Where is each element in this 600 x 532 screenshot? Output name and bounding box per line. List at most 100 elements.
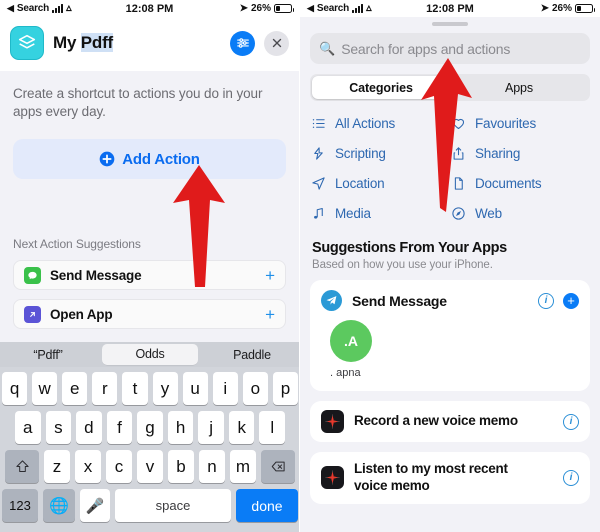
key-s[interactable]: s [45, 411, 72, 444]
numbers-key[interactable]: 123 [2, 489, 38, 522]
key-q[interactable]: q [2, 372, 28, 405]
telegram-suggestion-card[interactable]: Send Message i + .A . apna [310, 280, 590, 391]
category-label: Documents [475, 176, 542, 191]
category-favourites[interactable]: Favourites [450, 115, 590, 132]
prediction-1[interactable]: Odds [102, 344, 198, 365]
list-item[interactable]: Record a new voice memo i [310, 401, 590, 442]
close-button[interactable] [264, 30, 289, 56]
shortcut-name-selection: Pdff [80, 33, 113, 52]
right-phone-screen: ◀ Search ▵ 12:08 PM ➤ 26% 🔍 Search for a… [300, 0, 600, 532]
key-e[interactable]: e [62, 372, 88, 405]
space-key[interactable]: space [115, 489, 231, 522]
category-scripting[interactable]: Scripting [310, 145, 450, 162]
dual-screenshot: ◀ Search ▵ 12:08 PM ➤ 26% My Pdff Create… [0, 0, 600, 532]
category-media[interactable]: Media [310, 205, 450, 222]
done-key[interactable]: done [236, 489, 298, 522]
list-item[interactable]: Send Message + [13, 260, 286, 291]
prediction-2[interactable]: Paddle [204, 348, 299, 362]
battery-icon [274, 4, 294, 13]
info-icon[interactable]: i [563, 469, 579, 486]
battery-percent: 26% [250, 3, 271, 14]
key-x[interactable]: x [75, 450, 101, 483]
key-d[interactable]: d [76, 411, 102, 444]
card-actions: i + [538, 292, 579, 309]
key-o[interactable]: o [242, 372, 268, 405]
key-c[interactable]: c [106, 450, 132, 483]
key-g[interactable]: g [137, 411, 163, 444]
music-note-icon [310, 205, 327, 222]
key-u[interactable]: u [182, 372, 208, 405]
avatar: .A [330, 320, 372, 362]
category-label: Favourites [475, 116, 537, 131]
category-sharing[interactable]: Sharing [450, 145, 590, 162]
location-services-icon: ➤ [540, 3, 549, 14]
suggestions-title: Suggestions From Your Apps [312, 240, 507, 256]
category-all-actions[interactable]: All Actions [310, 115, 450, 132]
category-grid: All Actions Favourites Scripting Sharing… [300, 101, 600, 222]
category-documents[interactable]: Documents [450, 175, 590, 192]
add-suggestion-button[interactable]: + [265, 306, 275, 323]
shortcut-settings-button[interactable] [230, 30, 255, 56]
shortcut-name-field[interactable]: My Pdff [53, 33, 113, 53]
category-location[interactable]: Location [310, 175, 450, 192]
key-i[interactable]: i [212, 372, 238, 405]
telegram-icon [321, 290, 342, 311]
prediction-0[interactable]: “Pdff” [0, 348, 96, 362]
key-j[interactable]: j [198, 411, 224, 444]
key-a[interactable]: a [14, 411, 41, 444]
shortcut-title-bar: My Pdff [0, 17, 299, 71]
info-icon[interactable]: i [563, 413, 579, 430]
category-label: Web [475, 206, 502, 221]
status-bar-left: ◀ Search ▵ 12:08 PM ➤ 26% [0, 0, 299, 17]
key-k[interactable]: k [228, 411, 255, 444]
key-r[interactable]: r [92, 372, 118, 405]
list-item-label: Record a new voice memo [354, 413, 518, 429]
search-placeholder: Search for apps and actions [341, 40, 511, 57]
editor-body: Create a shortcut to actions you do in y… [0, 71, 299, 330]
left-phone-screen: ◀ Search ▵ 12:08 PM ➤ 26% My Pdff Create… [0, 0, 300, 532]
search-input[interactable]: 🔍 Search for apps and actions [310, 33, 590, 64]
add-action-icon[interactable]: + [563, 292, 579, 309]
status-bar-right: ➤ 26% [240, 3, 294, 14]
shortcut-editor-sheet: My Pdff Create a shortcut to actions you… [0, 17, 299, 532]
info-icon[interactable]: i [538, 292, 554, 309]
list-item-label: Open App [50, 306, 113, 322]
editor-description: Create a shortcut to actions you do in y… [13, 86, 263, 120]
list-item[interactable]: Open App + [13, 299, 286, 330]
key-w[interactable]: w [32, 372, 58, 405]
key-y[interactable]: y [152, 372, 178, 405]
key-v[interactable]: v [137, 450, 163, 483]
voice-memos-icon [321, 466, 344, 490]
plus-circle-icon [99, 151, 115, 167]
share-icon [450, 145, 467, 162]
tab-apps[interactable]: Apps [450, 76, 588, 99]
category-web[interactable]: Web [450, 205, 590, 222]
action-picker-sheet: 🔍 Search for apps and actions Categories… [300, 22, 600, 532]
microphone-icon[interactable]: 🎤 [80, 489, 110, 522]
open-app-icon [24, 305, 41, 323]
key-n[interactable]: n [199, 450, 225, 483]
key-z[interactable]: z [44, 450, 70, 483]
keyboard-row-4: 123 🌐 🎤 space done [2, 489, 298, 522]
key-t[interactable]: t [122, 372, 148, 405]
shift-key[interactable] [5, 450, 39, 483]
contact-name: . apna [330, 367, 361, 379]
key-m[interactable]: m [230, 450, 256, 483]
globe-icon[interactable]: 🌐 [43, 489, 75, 522]
list-item[interactable]: Listen to my most recent voice memo i [310, 452, 590, 504]
key-p[interactable]: p [272, 372, 298, 405]
key-b[interactable]: b [168, 450, 194, 483]
key-h[interactable]: h [167, 411, 194, 444]
add-action-button[interactable]: Add Action [13, 139, 286, 180]
list-item-label: Listen to my most recent voice memo [354, 461, 508, 493]
battery-icon [575, 4, 595, 13]
backspace-key[interactable] [261, 450, 295, 483]
tab-categories[interactable]: Categories [312, 76, 450, 99]
key-f[interactable]: f [106, 411, 133, 444]
compass-icon [450, 205, 467, 222]
segmented-control: Categories Apps [310, 74, 590, 101]
key-l[interactable]: l [259, 411, 286, 444]
list-icon [310, 115, 327, 132]
add-suggestion-button[interactable]: + [265, 267, 275, 284]
status-bar-right: ➤ 26% [540, 3, 595, 14]
